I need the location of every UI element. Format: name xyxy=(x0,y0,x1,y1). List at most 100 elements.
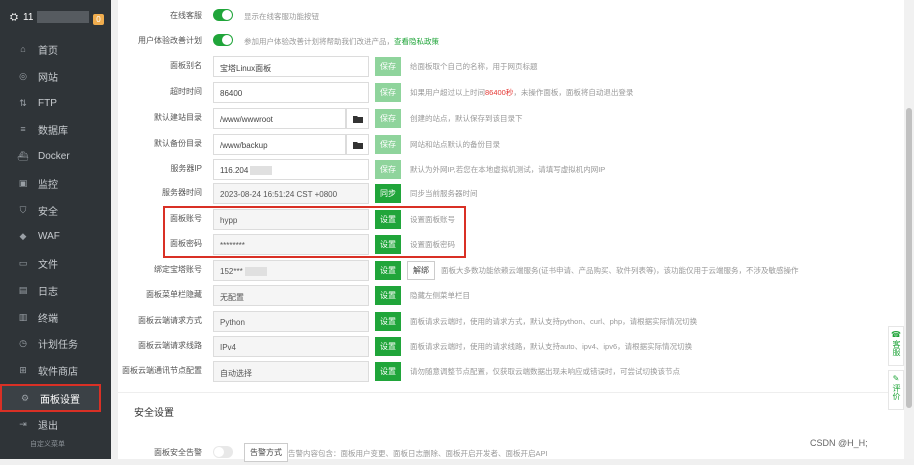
menu-hide-label: 面板菜单栏隐藏 xyxy=(146,290,202,299)
security-alert-toggle[interactable] xyxy=(213,446,233,458)
cloud-method-desc: 面板请求云端时，使用的请求方式，默认支持python、curl、php，请根据实… xyxy=(410,317,698,326)
set-panel-user-button[interactable]: 设置 xyxy=(375,210,401,229)
sidebar-item-10[interactable]: ▤ 日志 xyxy=(0,278,111,302)
sidebar-item-label: Docker xyxy=(38,150,70,162)
logout-icon: ⇥ xyxy=(19,418,27,429)
sidebar-item-label: 数据库 xyxy=(38,125,68,137)
panel-pass-label: 面板密码 xyxy=(170,239,202,248)
sidebar-item-label: 监控 xyxy=(38,179,58,191)
settings-panel: 在线客服 显示在线客服功能按钮 用户体验改善计划 参加用户体验改善计划将帮助我们… xyxy=(118,0,910,462)
bt-account-desc: 面板大多数功能依赖云端服务(证书申请、产品购买、软件列表等)，该功能仅用于云端服… xyxy=(441,266,799,275)
sidebar-item-3[interactable]: ⇅ FTP xyxy=(0,91,111,115)
folder-picker-icon[interactable] xyxy=(346,134,369,155)
row-panel-pass: 面板密码 ******** 设置 设置面板密码 xyxy=(118,232,910,256)
panel-alias-save-button[interactable]: 保存 xyxy=(375,57,401,76)
sidebar-item-label: 计划任务 xyxy=(38,339,78,351)
sidebar-item-6[interactable]: ▣ 监控 xyxy=(0,171,111,195)
online-service-label: 在线客服 xyxy=(170,11,202,20)
unbind-button[interactable]: 解绑 xyxy=(407,261,435,280)
row-backup-dir: 默认备份目录 /www/backup 保存 网站和站点默认的备份目录 xyxy=(118,132,910,156)
folder-icon: ▭ xyxy=(18,257,28,268)
clock-icon: ◷ xyxy=(19,337,27,348)
backup-dir-input[interactable]: /www/backup xyxy=(213,134,346,155)
server-name-mask xyxy=(37,11,90,23)
timeout-save-button[interactable]: 保存 xyxy=(375,83,401,102)
globe-icon: ◎ xyxy=(19,70,27,81)
ux-plan-desc-text: 参加用户体验改善计划将帮助我们改进产品， xyxy=(244,37,394,46)
set-cloud-line-button[interactable]: 设置 xyxy=(375,337,401,356)
headset-icon: ☎ xyxy=(891,330,901,339)
shield-icon: ⛉ xyxy=(19,204,27,215)
sidebar-item-5[interactable]: ⛴ Docker xyxy=(0,144,111,168)
sidebar: ⛭ 11 0 ⌂ 首页 ◎ 网站 ⇅ FTP ≡ 数据库 ⛴ Docker ▣ 监控 ⛉ 安全 ◆ WAF ▭ 文… xyxy=(0,0,111,459)
sidebar-item-15[interactable]: ⇥ 退出 xyxy=(0,412,111,436)
sidebar-item-label: WAF xyxy=(38,230,60,242)
set-panel-pass-button[interactable]: 设置 xyxy=(375,235,401,254)
panel-pass-field: ******** xyxy=(213,234,369,255)
server-ip-label: 服务器IP xyxy=(170,164,202,173)
row-timeout: 超时时间 86400 保存 如果用户超过以上时间86400秒，未操作面板，面板将… xyxy=(118,80,910,104)
edit-icon: ✎ xyxy=(892,374,900,383)
server-time-desc: 同步当前服务器时间 xyxy=(410,189,478,198)
row-ux-plan: 用户体验改善计划 参加用户体验改善计划将帮助我们改进产品，查看隐私政策 xyxy=(118,29,910,53)
set-cloud-method-button[interactable]: 设置 xyxy=(375,312,401,331)
privacy-policy-link[interactable]: 查看隐私政策 xyxy=(394,37,439,46)
monitor-icon: ▣ xyxy=(18,177,28,188)
customer-service-button[interactable]: ☎ 客服 xyxy=(888,326,904,366)
feedback-button[interactable]: ✎ 评价 xyxy=(888,370,904,410)
timeout-desc: 如果用户超过以上时间86400秒，未操作面板，面板将自动退出登录 xyxy=(410,87,633,98)
folder-picker-icon[interactable] xyxy=(346,108,369,129)
database-icon: ≡ xyxy=(20,124,26,134)
sidebar-item-label: 文件 xyxy=(38,259,58,271)
row-server-ip: 服务器IP 116.204 保存 默认为外网IP,若您在本地虚拟机测试，请填写虚… xyxy=(118,157,910,181)
menu-hide-desc: 隐藏左侧菜单栏目 xyxy=(410,291,470,300)
set-menu-hide-button[interactable]: 设置 xyxy=(375,286,401,305)
sidebar-item-label: 首页 xyxy=(38,45,58,57)
sidebar-item-2[interactable]: ◎ 网站 xyxy=(0,64,111,88)
sync-time-button[interactable]: 同步 xyxy=(375,184,401,203)
timeout-desc-post: ，未操作面板，面板将自动退出登录 xyxy=(513,88,634,97)
server-icon: ⛭ xyxy=(10,11,18,23)
row-cloud-method: 面板云端请求方式 Python 设置 面板请求云端时，使用的请求方式，默认支持p… xyxy=(118,309,910,333)
sidebar-item-4[interactable]: ≡ 数据库 xyxy=(0,117,111,141)
sidebar-custom-menu[interactable]: 自定义菜单 xyxy=(0,438,111,450)
sidebar-item-label: 网站 xyxy=(38,72,58,84)
sidebar-item-12[interactable]: ◷ 计划任务 xyxy=(0,331,111,355)
timeout-desc-seconds: 86400秒 xyxy=(485,88,514,97)
row-server-time: 服务器时间 2023-08-24 16:51:24 CST +0800 同步 同… xyxy=(118,181,910,205)
panel-pass-desc: 设置面板密码 xyxy=(410,240,455,249)
sidebar-item-8[interactable]: ◆ WAF xyxy=(0,224,111,248)
panel-alias-input[interactable]: 宝塔Linux面板 xyxy=(213,56,369,77)
scrollbar-thumb[interactable] xyxy=(906,108,912,408)
ux-plan-desc: 参加用户体验改善计划将帮助我们改进产品，查看隐私政策 xyxy=(244,36,439,47)
set-cloud-node-button[interactable]: 设置 xyxy=(375,362,401,381)
server-time-field: 2023-08-24 16:51:24 CST +0800 xyxy=(213,183,369,204)
cloud-method-label: 面板云端请求方式 xyxy=(138,316,202,325)
timeout-input[interactable]: 86400 xyxy=(213,82,369,103)
server-ip-save-button[interactable]: 保存 xyxy=(375,160,401,179)
online-service-toggle[interactable] xyxy=(213,9,233,21)
sidebar-item-1[interactable]: ⌂ 首页 xyxy=(0,37,111,61)
server-header[interactable]: ⛭ 11 0 xyxy=(0,0,111,34)
sidebar-item-11[interactable]: ▥ 终端 xyxy=(0,305,111,329)
ux-plan-label: 用户体验改善计划 xyxy=(138,36,202,45)
site-dir-desc: 创建的站点，默认保存到该目录下 xyxy=(410,114,523,123)
sidebar-item-9[interactable]: ▭ 文件 xyxy=(0,251,111,275)
account-mask xyxy=(244,267,267,277)
sidebar-item-14[interactable]: ⚙ 面板设置 xyxy=(0,384,101,412)
alert-method-button[interactable]: 告警方式 xyxy=(244,443,288,462)
site-dir-save-button[interactable]: 保存 xyxy=(375,109,401,128)
cloud-node-field: 自动选择 xyxy=(213,361,369,382)
sidebar-item-label: 面板设置 xyxy=(40,394,80,406)
site-dir-input[interactable]: /www/wwwroot xyxy=(213,108,346,129)
notification-badge[interactable]: 0 xyxy=(93,14,104,25)
sidebar-item-7[interactable]: ⛉ 安全 xyxy=(0,198,111,222)
sidebar-item-label: 终端 xyxy=(38,313,58,325)
set-bt-account-button[interactable]: 设置 xyxy=(375,261,401,280)
scrollbar[interactable] xyxy=(904,0,914,459)
ux-plan-toggle[interactable] xyxy=(213,34,233,46)
sidebar-item-13[interactable]: ⊞ 软件商店 xyxy=(0,358,111,382)
server-ip-input[interactable]: 116.204 xyxy=(213,159,369,180)
panel-user-field: hypp xyxy=(213,209,369,230)
backup-dir-save-button[interactable]: 保存 xyxy=(375,135,401,154)
